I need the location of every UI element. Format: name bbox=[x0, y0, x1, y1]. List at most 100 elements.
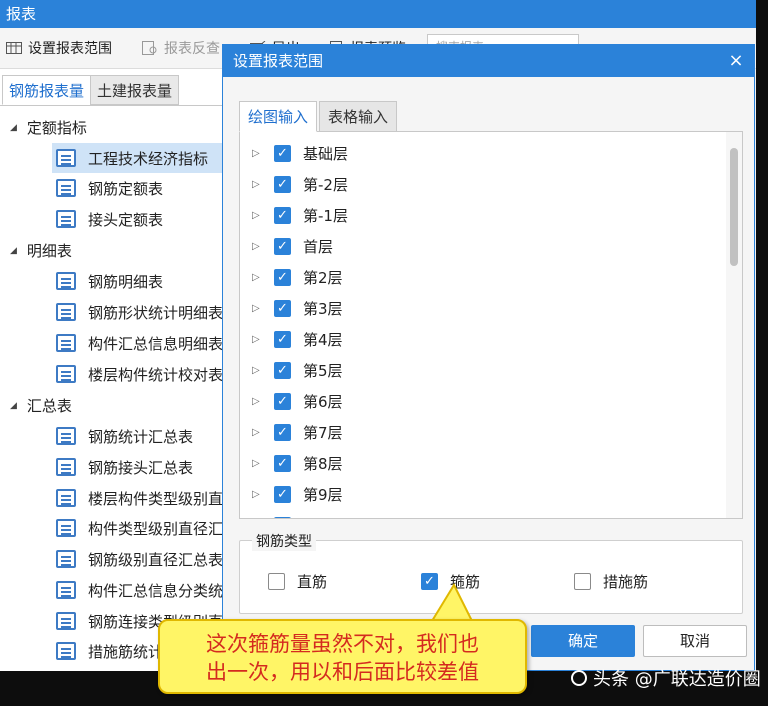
ok-button[interactable]: 确定 bbox=[531, 625, 635, 657]
floor-name: 第-1层 bbox=[303, 207, 348, 225]
report-doc-icon bbox=[56, 489, 76, 507]
expand-arrow-icon[interactable]: ▷ bbox=[252, 396, 262, 407]
report-doc-icon bbox=[56, 612, 76, 630]
tree-item[interactable]: 工程技术经济指标 bbox=[52, 143, 222, 173]
tree-item[interactable]: 钢筋接头汇总表 bbox=[52, 452, 222, 482]
report-doc-icon bbox=[56, 210, 76, 228]
tab-rebar-report[interactable]: 钢筋报表量 bbox=[2, 75, 92, 105]
tree-group-label: 明细表 bbox=[26, 242, 72, 260]
report-doc-icon bbox=[56, 427, 76, 445]
floor-row[interactable]: ▷ ✓ 基础层 bbox=[240, 138, 720, 169]
floor-checkbox[interactable]: ✓ bbox=[274, 331, 291, 348]
floor-row[interactable]: ▷✓第10层 bbox=[240, 510, 720, 518]
floor-checkbox[interactable]: ✓ bbox=[274, 455, 291, 472]
floor-name: 第2层 bbox=[303, 269, 343, 287]
floor-row[interactable]: ▷ ✓ 第4层 bbox=[240, 324, 720, 355]
tree-item[interactable]: 钢筋明细表 bbox=[52, 266, 222, 296]
floor-checkbox[interactable]: ✓ bbox=[274, 300, 291, 317]
tree-item[interactable]: 楼层构件统计校对表 bbox=[52, 359, 222, 389]
expand-arrow-icon[interactable]: ▷ bbox=[252, 334, 262, 345]
tree-group-summary[interactable]: ◢ 汇总表 bbox=[10, 395, 72, 416]
collapse-triangle-icon[interactable]: ◢ bbox=[10, 401, 17, 411]
floor-row[interactable]: ▷ ✓ 第5层 bbox=[240, 355, 720, 386]
report-doc-icon bbox=[56, 272, 76, 290]
tree-item-label: 接头定额表 bbox=[88, 210, 164, 229]
tree-item[interactable]: 构件汇总信息分类统 bbox=[52, 575, 222, 605]
rebar-option-measure[interactable]: 措施筋 bbox=[574, 571, 648, 592]
floor-name: 第9层 bbox=[303, 486, 343, 504]
floor-row[interactable]: ▷ ✓ 第9层 bbox=[240, 479, 720, 510]
floor-checkbox[interactable]: ✓ bbox=[274, 424, 291, 441]
tree-item[interactable]: 构件类型级别直径汇 bbox=[52, 513, 222, 543]
checkbox[interactable] bbox=[574, 573, 591, 590]
scrollbar-thumb[interactable] bbox=[730, 148, 738, 266]
floor-name: 首层 bbox=[303, 238, 334, 256]
tree-item-label: 工程技术经济指标 bbox=[88, 149, 209, 168]
report-tree-panel: 钢筋报表量 土建报表量 ◢ 定额指标 工程技术经济指标 钢筋定额表 接头定额表 … bbox=[0, 69, 223, 671]
tree-item[interactable]: 接头定额表 bbox=[52, 204, 222, 234]
floor-list: ▷ ✓ 基础层 ▷ ✓ 第-2层 ▷ ✓ 第-1层 ▷ ✓ 首层 ▷ ✓ 第2层 ▷ ✓ 第3层 ▷ ✓ 第4层 ▷ ✓ 第5… bbox=[239, 131, 743, 519]
floor-row[interactable]: ▷ ✓ 第7层 bbox=[240, 417, 720, 448]
rebar-type-group: 钢筋类型 直筋 ✓ 箍筋 措施筋 bbox=[239, 531, 743, 614]
expand-arrow-icon[interactable]: ▷ bbox=[252, 489, 262, 500]
expand-arrow-icon[interactable]: ▷ bbox=[252, 148, 262, 159]
report-reverse-check-button[interactable]: 报表反查 bbox=[142, 38, 220, 58]
tree-item[interactable]: 构件汇总信息明细表 bbox=[52, 328, 222, 358]
tab-table-input[interactable]: 表格输入 bbox=[319, 101, 398, 132]
expand-arrow-icon[interactable]: ▷ bbox=[252, 272, 262, 283]
report-doc-icon bbox=[56, 179, 76, 197]
set-report-range-button[interactable]: 设置报表范围 bbox=[6, 38, 112, 58]
floor-checkbox[interactable]: ✓ bbox=[274, 486, 291, 503]
report-doc-icon bbox=[56, 149, 76, 167]
close-icon[interactable]: × bbox=[724, 45, 748, 77]
tree-group-detail[interactable]: ◢ 明细表 bbox=[10, 240, 72, 261]
floor-checkbox[interactable]: ✓ bbox=[274, 176, 291, 193]
tree-group-quota-index[interactable]: ◢ 定额指标 bbox=[10, 117, 87, 138]
expand-arrow-icon[interactable]: ▷ bbox=[252, 365, 262, 376]
floor-checkbox[interactable]: ✓ bbox=[274, 145, 291, 162]
collapse-triangle-icon[interactable]: ◢ bbox=[10, 246, 17, 256]
floor-name: 第-2层 bbox=[303, 176, 348, 194]
cancel-button[interactable]: 取消 bbox=[643, 625, 747, 657]
floor-checkbox[interactable]: ✓ bbox=[274, 207, 291, 224]
floor-name: 第3层 bbox=[303, 300, 343, 318]
tree-item[interactable]: 钢筋级别直径汇总表 bbox=[52, 544, 222, 574]
expand-arrow-icon[interactable]: ▷ bbox=[252, 458, 262, 469]
floor-row[interactable]: ▷ ✓ 第6层 bbox=[240, 386, 720, 417]
tree-item[interactable]: 钢筋统计汇总表 bbox=[52, 421, 222, 451]
expand-arrow-icon[interactable]: ▷ bbox=[252, 179, 262, 190]
floor-row[interactable]: ▷ ✓ 第3层 bbox=[240, 293, 720, 324]
report-doc-icon bbox=[56, 519, 76, 537]
floor-row[interactable]: ▷ ✓ 第2层 bbox=[240, 262, 720, 293]
floor-row[interactable]: ▷ ✓ 第-2层 bbox=[240, 169, 720, 200]
floor-row[interactable]: ▷ ✓ 首层 bbox=[240, 231, 720, 262]
checkbox[interactable] bbox=[268, 573, 285, 590]
floor-name: 第5层 bbox=[303, 362, 343, 380]
report-doc-icon bbox=[56, 458, 76, 476]
expand-arrow-icon[interactable]: ▷ bbox=[252, 241, 262, 252]
tree-item-label: 构件汇总信息分类统 bbox=[88, 581, 222, 600]
expand-arrow-icon[interactable]: ▷ bbox=[252, 303, 262, 314]
rebar-option-label: 直筋 bbox=[297, 573, 328, 591]
floor-checkbox[interactable]: ✓ bbox=[274, 517, 291, 518]
report-reverse-check-label: 报表反查 bbox=[164, 41, 220, 57]
floor-checkbox[interactable]: ✓ bbox=[274, 393, 291, 410]
tree-item[interactable]: 钢筋形状统计明细表 bbox=[52, 297, 222, 327]
app-window: 报表 设置报表范围 报表反查 导出 报表预览 搜索报表 bbox=[0, 0, 756, 671]
floor-row[interactable]: ▷ ✓ 第-1层 bbox=[240, 200, 720, 231]
rebar-option-straight[interactable]: 直筋 bbox=[268, 571, 327, 592]
floor-row[interactable]: ▷ ✓ 第8层 bbox=[240, 448, 720, 479]
floor-checkbox[interactable]: ✓ bbox=[274, 362, 291, 379]
floor-name: 基础层 bbox=[303, 145, 349, 163]
expand-arrow-icon[interactable]: ▷ bbox=[252, 427, 262, 438]
tab-drawing-input[interactable]: 绘图输入 bbox=[239, 101, 318, 132]
floor-checkbox[interactable]: ✓ bbox=[274, 238, 291, 255]
floor-name: 第6层 bbox=[303, 393, 343, 411]
expand-arrow-icon[interactable]: ▷ bbox=[252, 210, 262, 221]
floor-checkbox[interactable]: ✓ bbox=[274, 269, 291, 286]
tree-item[interactable]: 楼层构件类型级别直 bbox=[52, 483, 222, 513]
collapse-triangle-icon[interactable]: ◢ bbox=[10, 123, 17, 133]
tree-item[interactable]: 钢筋定额表 bbox=[52, 173, 222, 203]
tab-civil-report[interactable]: 土建报表量 bbox=[90, 75, 180, 105]
floor-list-scrollbar[interactable] bbox=[726, 132, 742, 518]
